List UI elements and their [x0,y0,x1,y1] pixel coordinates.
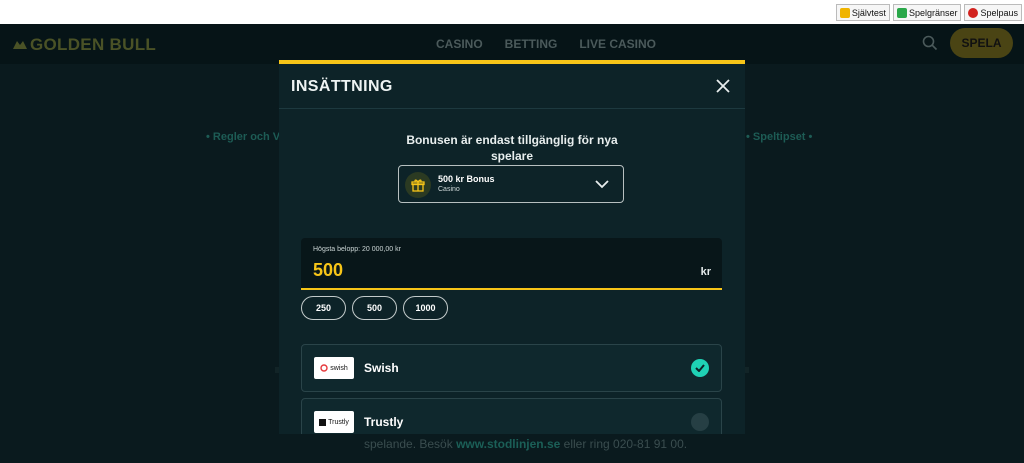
bonus-notice-line1: Bonusen är endast tillgänglig för nya [406,133,618,147]
bonus-notice-line2: spelare [490,149,534,163]
limits-label: Spelgränser [908,7,958,18]
selftest-link[interactable]: Självtest [835,4,890,21]
gift-icon [405,172,431,198]
trustly-name: Trustly [364,415,404,429]
modal-title: INSÄTTNING [291,78,393,95]
background-mark [745,367,749,373]
amount-currency: kr [700,266,711,278]
site-header: GOLDEN BULL CASINO BETTING LIVE CASINO S… [0,24,1024,64]
footer-tail: eller ring 020-81 91 00. [563,437,688,451]
swish-icon [320,364,328,372]
deposit-modal: INSÄTTNING Bonusen är endast tillgänglig… [279,60,745,434]
quick-amount-1000[interactable]: 1000 [403,296,448,320]
nav-casino[interactable]: CASINO [436,37,483,51]
swish-logo-text: swish [330,364,348,372]
bonus-subtitle: Casino [438,186,460,193]
pause-icon [968,7,979,18]
swish-logo: swish [314,357,354,379]
swish-name: Swish [364,361,399,375]
modal-header: INSÄTTNING [279,64,745,109]
bonus-title: 500 kr Bonus [438,174,495,184]
trustly-icon [319,418,327,426]
amount-value[interactable]: 500 [313,260,343,281]
payment-method-trustly[interactable]: Trustly Trustly [301,398,722,434]
payment-method-swish[interactable]: swish Swish [301,344,722,392]
main-nav: CASINO BETTING LIVE CASINO [436,37,656,51]
quick-amounts: 250 500 1000 [301,296,448,320]
bonus-select[interactable]: 500 kr Bonus Casino [398,165,624,203]
top-strip: Självtest Spelgränser Spelpaus [0,0,1024,24]
play-button[interactable]: SPELA [950,28,1013,58]
bull-icon [13,41,27,49]
selftest-icon [839,7,850,18]
bonus-notice: Bonusen är endast tillgänglig för nya sp… [279,132,745,164]
quick-amount-500[interactable]: 500 [352,296,397,320]
background-links-right: • Speltipset • [746,131,813,143]
trustly-logo-text: Trustly [328,418,349,426]
close-icon[interactable] [715,78,731,94]
nav-betting[interactable]: BETTING [505,37,558,51]
logo-text: GOLDEN BULL [30,35,157,54]
trustly-logo: Trustly [314,411,354,433]
logo[interactable]: GOLDEN BULL [12,35,156,55]
pause-link[interactable]: Spelpaus [964,4,1022,21]
amount-field[interactable]: Högsta belopp: 20 000,00 kr 500 kr [301,238,722,290]
pause-label: Spelpaus [980,7,1018,18]
chevron-down-icon [595,180,609,189]
amount-label: Högsta belopp: 20 000,00 kr [313,246,401,253]
footer-text: spelande. Besök [364,437,453,451]
background-links-left: • Regler och V [206,131,281,143]
background-footer: spelande. Besök www.stodlinjen.se eller … [364,437,687,451]
search-icon[interactable] [922,35,938,51]
selftest-label: Självtest [851,7,886,18]
limits-icon [896,7,907,18]
footer-link[interactable]: www.stodlinjen.se [456,437,560,451]
radio-unselected[interactable] [691,413,709,431]
limits-link[interactable]: Spelgränser [892,4,962,21]
quick-amount-250[interactable]: 250 [301,296,346,320]
nav-live-casino[interactable]: LIVE CASINO [579,37,656,51]
check-icon [691,359,709,377]
responsible-gaming-links: Självtest Spelgränser Spelpaus [835,4,1022,21]
